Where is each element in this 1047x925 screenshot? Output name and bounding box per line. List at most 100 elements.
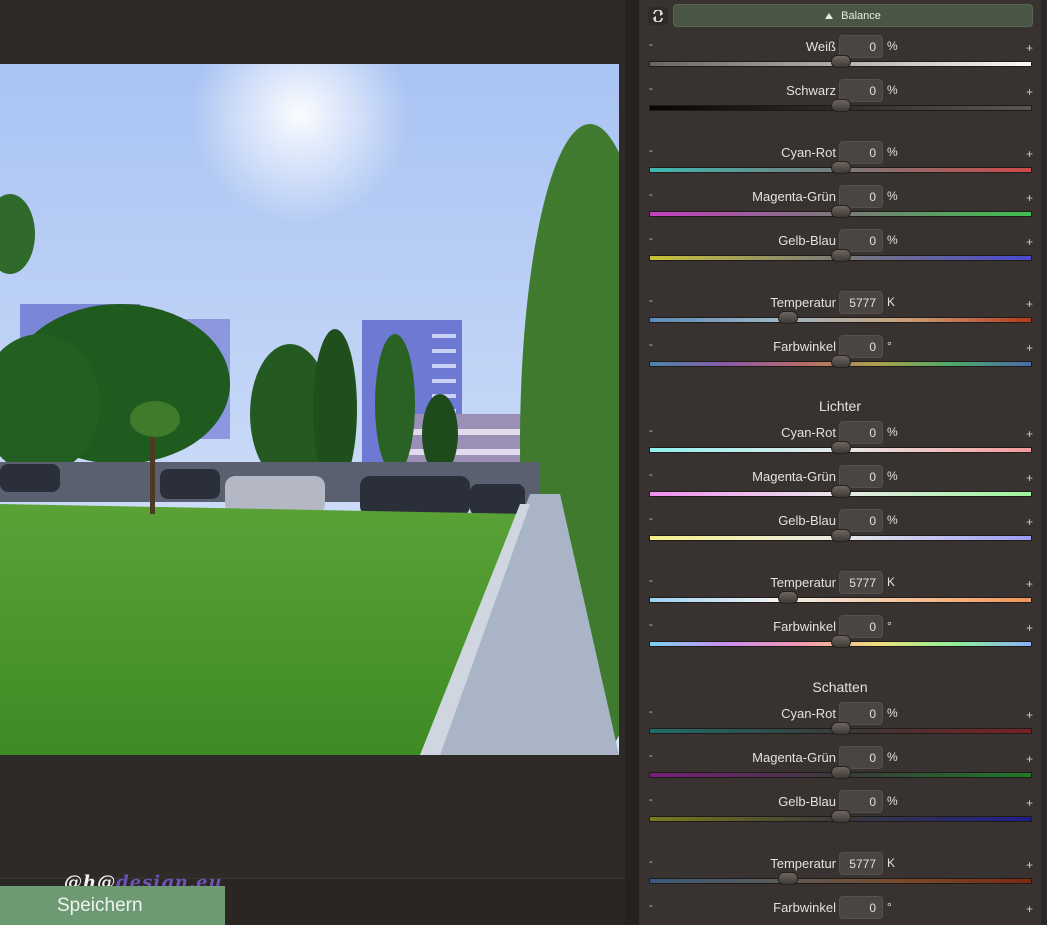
slider-label: Weiß: [805, 39, 836, 54]
slider-row-lichter-gelb-blau: - Gelb-Blau 0 % +: [639, 509, 1041, 553]
unit-label: K: [887, 575, 896, 589]
slider-row-temperatur: - Temperatur 5777 K +: [639, 291, 1041, 335]
slider-thumb[interactable]: [831, 441, 851, 454]
plus-label: +: [1026, 621, 1034, 635]
slider-thumb[interactable]: [778, 591, 798, 604]
slider-row-schatten-temperatur: - Temperatur 5777 K +: [639, 852, 1041, 896]
value-input[interactable]: 5777: [839, 852, 883, 875]
canvas-toolbar: [0, 0, 625, 64]
slider-row-lichter-temperatur: - Temperatur 5777 K +: [639, 571, 1041, 615]
value-input[interactable]: 5777: [839, 291, 883, 314]
minus-label: -: [649, 145, 653, 157]
slider-thumb[interactable]: [831, 635, 851, 648]
minus-label: -: [649, 619, 653, 631]
minus-label: -: [649, 706, 653, 718]
slider-label: Farbwinkel: [773, 619, 836, 634]
plus-label: +: [1026, 515, 1034, 529]
balance-title: Balance: [841, 9, 881, 22]
slider-thumb[interactable]: [831, 99, 851, 112]
slider-thumb[interactable]: [831, 249, 851, 262]
unit-label: %: [887, 794, 898, 808]
unit-label: %: [887, 233, 898, 247]
slider-thumb[interactable]: [831, 161, 851, 174]
slider-thumb[interactable]: [831, 529, 851, 542]
canvas-area: @h@design.eu Speichern: [0, 0, 625, 925]
slider-track[interactable]: [649, 317, 1032, 323]
unit-label: %: [887, 469, 898, 483]
unit-label: %: [887, 83, 898, 97]
save-button[interactable]: Speichern: [0, 886, 225, 925]
slider-row-schatten-magenta-gruen: - Magenta-Grün 0 % +: [639, 746, 1041, 790]
value-input[interactable]: 0: [839, 896, 883, 919]
slider-thumb[interactable]: [831, 485, 851, 498]
preview-image[interactable]: [0, 64, 619, 755]
slider-row-lichter-cyan-rot: - Cyan-Rot 0 % +: [639, 421, 1041, 465]
section-title-schatten: Schatten: [812, 679, 868, 695]
slider-label: Farbwinkel: [773, 339, 836, 354]
slider-thumb[interactable]: [831, 766, 851, 779]
unit-label: %: [887, 39, 898, 53]
slider-thumb[interactable]: [831, 355, 851, 368]
slider-label: Schwarz: [786, 83, 836, 98]
plus-label: +: [1026, 902, 1034, 916]
balance-panel: Balance - Weiß 0 % + - Schwarz 0 % + - C…: [639, 0, 1047, 925]
plus-label: +: [1026, 191, 1034, 205]
collapse-arrow-icon: [825, 12, 834, 19]
plus-label: +: [1026, 752, 1034, 766]
minus-label: -: [649, 83, 653, 95]
slider-row-lichter-farbwinkel: - Farbwinkel 0 ° +: [639, 615, 1041, 659]
slider-row-schatten-gelb-blau: - Gelb-Blau 0 % +: [639, 790, 1041, 834]
plus-label: +: [1026, 471, 1034, 485]
slider-thumb[interactable]: [778, 872, 798, 885]
slider-label: Gelb-Blau: [778, 233, 836, 248]
panel-scrollbar[interactable]: [1041, 0, 1047, 925]
slider-label: Cyan-Rot: [781, 425, 836, 440]
plus-label: +: [1026, 341, 1034, 355]
slider-track[interactable]: [649, 597, 1032, 603]
minus-label: -: [649, 233, 653, 245]
slider-row-lichter-magenta-gruen: - Magenta-Grün 0 % +: [639, 465, 1041, 509]
slider-row-schatten-farbwinkel: - Farbwinkel 0 ° +: [639, 896, 1041, 925]
minus-label: -: [649, 295, 653, 307]
unit-label: %: [887, 425, 898, 439]
reset-icon[interactable]: [648, 7, 668, 25]
minus-label: -: [649, 39, 653, 51]
panel-separator[interactable]: [625, 0, 639, 925]
unit-label: °: [887, 339, 892, 353]
plus-label: +: [1026, 427, 1034, 441]
unit-label: %: [887, 706, 898, 720]
balance-header-toggle[interactable]: Balance: [673, 4, 1033, 27]
unit-label: K: [887, 856, 896, 870]
plus-label: +: [1026, 235, 1034, 249]
value-input[interactable]: 5777: [839, 571, 883, 594]
slider-track[interactable]: [649, 878, 1032, 884]
minus-label: -: [649, 750, 653, 762]
slider-thumb[interactable]: [831, 722, 851, 735]
unit-label: %: [887, 145, 898, 159]
slider-row-magenta-gruen: - Magenta-Grün 0 % +: [639, 185, 1041, 229]
unit-label: %: [887, 750, 898, 764]
slider-label: Magenta-Grün: [752, 189, 836, 204]
minus-label: -: [649, 575, 653, 587]
section-title-lichter: Lichter: [818, 398, 862, 414]
unit-label: %: [887, 513, 898, 527]
unit-label: °: [887, 619, 892, 633]
minus-label: -: [649, 900, 653, 912]
plus-label: +: [1026, 577, 1034, 591]
minus-label: -: [649, 339, 653, 351]
plus-label: +: [1026, 85, 1034, 99]
minus-label: -: [649, 856, 653, 868]
slider-thumb[interactable]: [831, 205, 851, 218]
minus-label: -: [649, 469, 653, 481]
slider-label: Gelb-Blau: [778, 513, 836, 528]
slider-label: Magenta-Grün: [752, 469, 836, 484]
slider-row-farbwinkel: - Farbwinkel 0 ° +: [639, 335, 1041, 379]
slider-thumb[interactable]: [778, 311, 798, 324]
slider-thumb[interactable]: [831, 55, 851, 68]
slider-thumb[interactable]: [831, 810, 851, 823]
reset-arrows-icon: [653, 10, 663, 22]
plus-label: +: [1026, 708, 1034, 722]
plus-label: +: [1026, 297, 1034, 311]
minus-label: -: [649, 425, 653, 437]
minus-label: -: [649, 513, 653, 525]
